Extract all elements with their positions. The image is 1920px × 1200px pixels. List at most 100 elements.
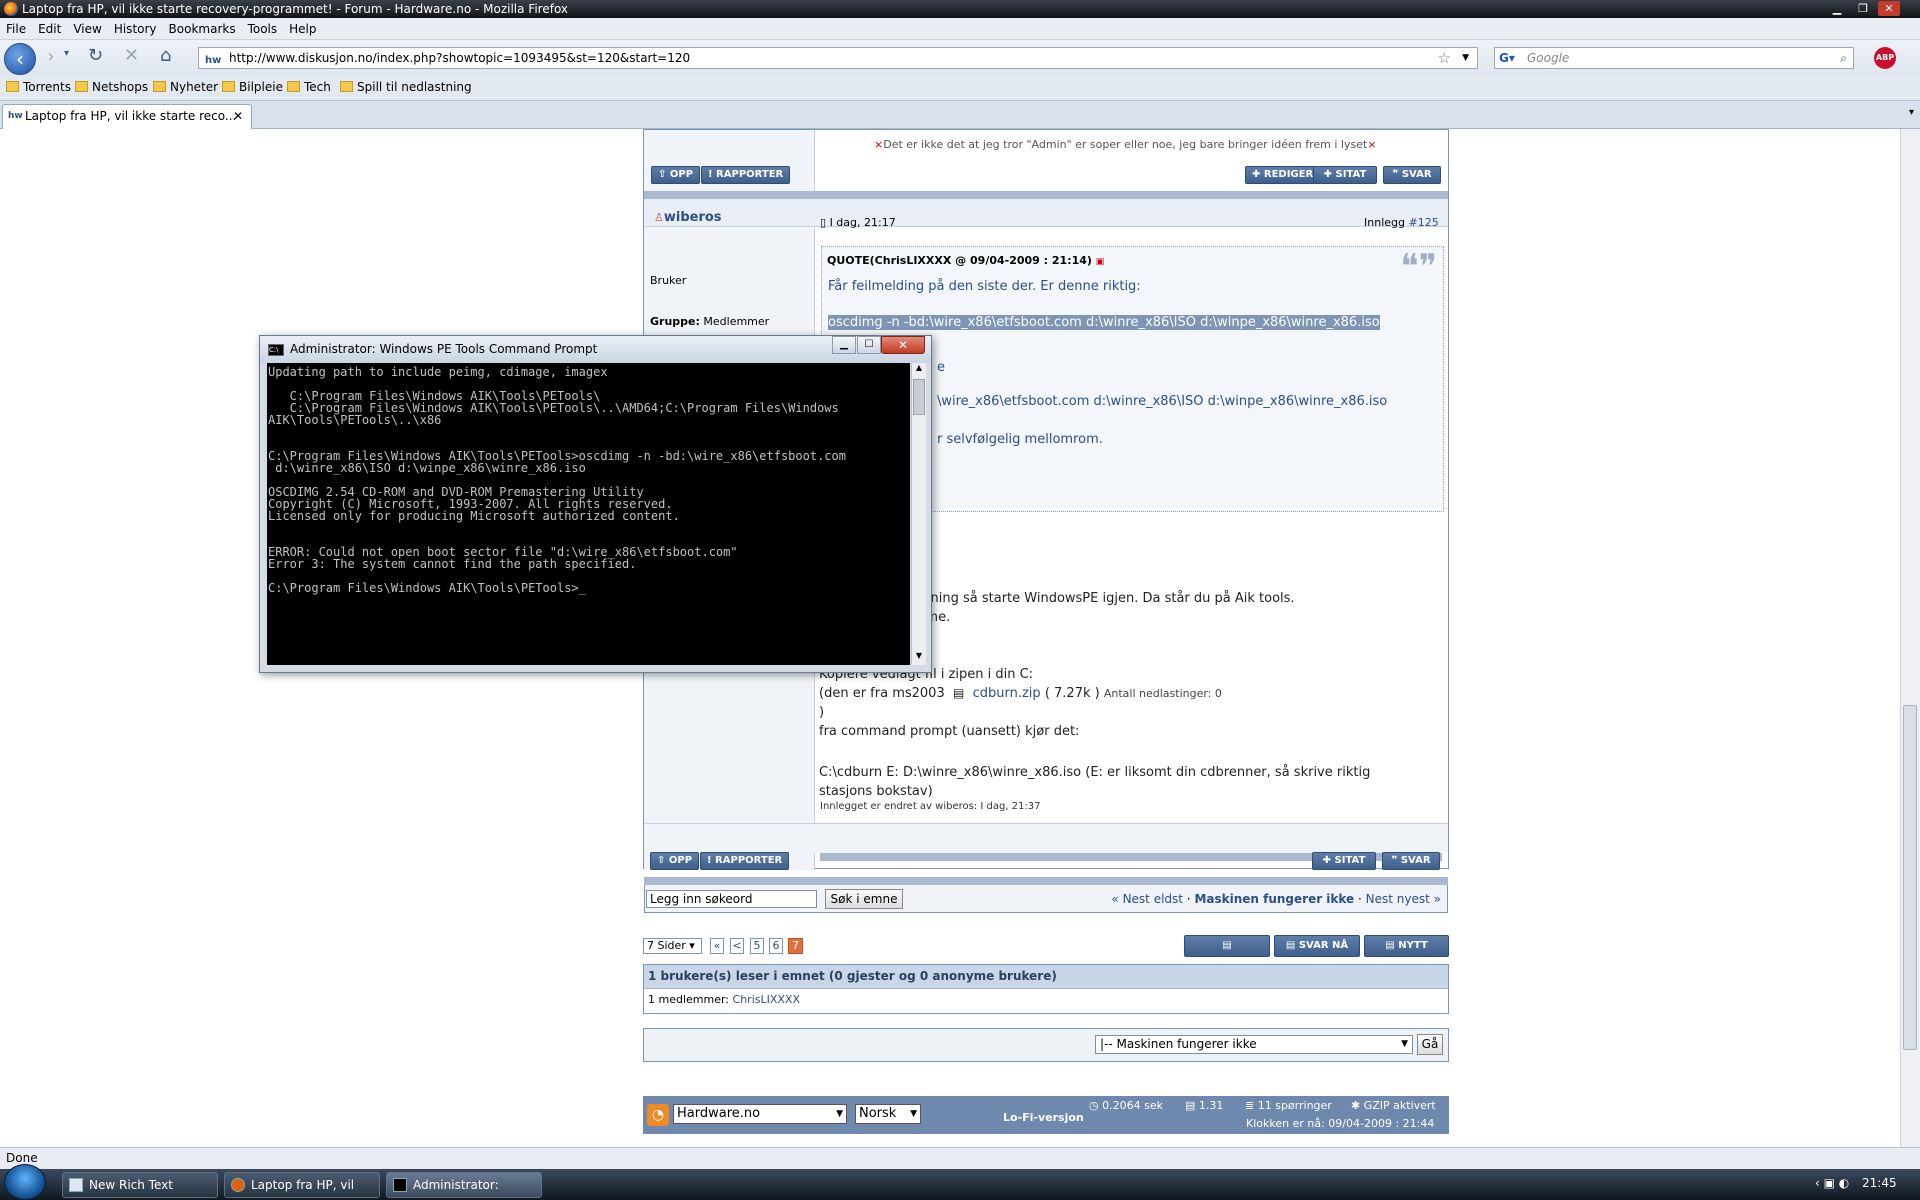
minimize-button[interactable]: ▁ — [1826, 1, 1848, 16]
search-topic-button[interactable]: Søk i emne — [825, 889, 903, 909]
back-button[interactable]: ‹ — [4, 43, 36, 75]
bookmark-bilpleie[interactable]: Bilpleie — [222, 80, 283, 94]
google-icon[interactable]: G▾ — [1499, 48, 1515, 68]
url-text: http://www.diskusjon.no/index.php?showto… — [229, 51, 691, 65]
bookmark-spill[interactable]: Spill til nedlastning — [340, 80, 472, 94]
edited-note: Innlegget er endret av wiberos: I dag, 2… — [820, 801, 1041, 812]
sitat-button[interactable]: ✚ SITAT — [1312, 852, 1376, 870]
svar-button[interactable]: ❞ SVAR — [1382, 852, 1440, 870]
search-row: Legg inn søkeord Søk i emne « Nest eldst… — [644, 885, 1448, 913]
menu-file[interactable]: File — [0, 18, 32, 36]
page-5[interactable]: 5 — [750, 938, 764, 954]
pages-dropdown[interactable]: 7 Sider ▾ — [643, 938, 702, 954]
bookmark-torrents[interactable]: Torrents — [6, 80, 71, 94]
cmd-maximize-button[interactable]: ☐ — [857, 336, 881, 354]
post-author[interactable]: ♙wiberos — [654, 210, 722, 225]
menu-bookmarks[interactable]: Bookmarks — [163, 18, 242, 36]
hurtigsvar-button[interactable]: ▤ HURTIGSVAR — [1184, 935, 1270, 971]
opp-button[interactable]: ⇧ OPP — [650, 852, 700, 870]
search-icon[interactable]: ⌕ — [1840, 48, 1847, 68]
opp-button[interactable]: ⇧ OPP — [651, 166, 701, 184]
adblock-icon[interactable]: ABP — [1874, 47, 1896, 69]
restore-button[interactable]: ❐ — [1852, 1, 1874, 16]
taskbar-clock[interactable]: 21:45 — [1862, 1176, 1897, 1190]
cmd-scrollbar[interactable]: ▲ ▼ — [911, 363, 926, 665]
cmd-output[interactable]: Updating path to include peimg, cdimage,… — [267, 363, 910, 665]
readers-box: 1 brukere(s) leser i emnet (0 gjester og… — [643, 964, 1449, 1014]
page-prev[interactable]: < — [730, 938, 744, 954]
tab-close-icon[interactable]: ✕ — [233, 105, 243, 127]
menu-help[interactable]: Help — [283, 18, 322, 36]
search-topic-input[interactable]: Legg inn søkeord — [646, 890, 817, 908]
cmd-line: Error 3: The system cannot find the path… — [268, 557, 637, 571]
tab-active[interactable]: hw Laptop fra HP, vil ikke starte reco..… — [2, 104, 252, 129]
prev-topic-link[interactable]: « Nest eldst — [1111, 892, 1183, 906]
taskbar-item-wordpad[interactable]: New Rich Text Docu... — [62, 1172, 218, 1198]
rediger-button[interactable]: ✚ REDIGER — [1245, 166, 1321, 184]
sitat-button[interactable]: ✚ SITAT — [1313, 166, 1377, 184]
close-button[interactable]: ✕ — [1878, 1, 1900, 16]
forward-button[interactable]: › — [38, 46, 64, 72]
svar-na-button[interactable]: ▤ SVAR NÅ — [1274, 935, 1360, 957]
next-topic-link[interactable]: Nest nyest » — [1366, 892, 1441, 906]
cmd-scrollbar-thumb[interactable] — [913, 379, 925, 415]
quote-jump-icon[interactable]: ▣ — [1096, 257, 1105, 267]
forum-link[interactable]: Maskinen fungerer ikke — [1194, 892, 1354, 906]
rss-icon[interactable]: ◔ — [647, 1104, 669, 1126]
firefox-icon — [231, 1178, 245, 1192]
menu-history[interactable]: History — [108, 18, 163, 36]
cmd-titlebar[interactable]: C:\ Administrator: Windows PE Tools Comm… — [260, 336, 931, 363]
quote-fragment: r selvfølgelig mellomrom. — [937, 432, 1103, 447]
url-bar[interactable]: hw http://www.diskusjon.no/index.php?sho… — [198, 47, 1478, 69]
taskbar-item-firefox[interactable]: Laptop fra HP, vil ik... — [224, 1172, 380, 1198]
nytt-emne-button[interactable]: ▤ NYTT EMNE — [1364, 935, 1449, 971]
taskbar-item-cmd[interactable]: Administrator: Wind... — [386, 1172, 542, 1198]
bookmark-netshops[interactable]: Netshops — [75, 80, 148, 94]
search-placeholder: Google — [1527, 51, 1570, 65]
cmd-icon — [393, 1178, 407, 1192]
page-scrollbar-thumb[interactable] — [1903, 705, 1917, 1050]
search-bar[interactable]: G▾ Google ⌕ — [1494, 47, 1854, 69]
folder-icon — [287, 81, 300, 92]
page-6[interactable]: 6 — [769, 938, 783, 954]
home-icon[interactable]: ⌂ — [160, 45, 171, 66]
menu-edit[interactable]: Edit — [32, 18, 67, 36]
bookmark-star-icon[interactable]: ☆ — [1438, 48, 1451, 68]
reader-link[interactable]: ChrisLIXXXX — [733, 993, 800, 1006]
bookmark-tech[interactable]: Tech — [287, 80, 331, 94]
language-select[interactable]: Norsk ▼ — [855, 1104, 921, 1124]
tab-list-icon[interactable]: ▾ — [1909, 107, 1914, 118]
page-first[interactable]: « — [710, 938, 724, 954]
menu-view[interactable]: View — [67, 18, 107, 36]
scroll-down-icon[interactable]: ▼ — [913, 651, 925, 665]
bookmarks-toolbar: Torrents Netshops Nyheter Bilpleie Tech … — [0, 75, 1920, 101]
readers-header: 1 brukere(s) leser i emnet (0 gjester og… — [644, 965, 1448, 989]
start-button[interactable] — [4, 1164, 46, 1200]
url-dropdown-icon[interactable]: ▼ — [1462, 48, 1469, 68]
forum-jump-select[interactable]: |-- Maskinen fungerer ikke ▼ — [1095, 1035, 1413, 1054]
post-body-line: C:\cdburn E: D:\winre_x86\winre_x86.iso … — [819, 765, 1371, 799]
stop-icon[interactable]: ✕ — [124, 45, 139, 66]
status-text: Done — [6, 1151, 38, 1165]
navigation-toolbar: ‹ › ▾ ↻ ✕ ⌂ hw http://www.diskusjon.no/i… — [0, 40, 1920, 75]
rapporter-button[interactable]: ! RAPPORTER — [700, 852, 790, 870]
lofi-link[interactable]: Lo-Fi-versjon — [1003, 1111, 1084, 1124]
forum-jump-go-button[interactable]: Gå — [1417, 1034, 1443, 1055]
status-bar: Done — [0, 1147, 1920, 1169]
bookmark-nyheter[interactable]: Nyheter — [153, 80, 218, 94]
history-dropdown-icon[interactable]: ▾ — [64, 48, 69, 59]
scroll-up-icon[interactable]: ▲ — [913, 363, 925, 377]
timer-icon: ◷ — [1089, 1099, 1099, 1112]
rapporter-button[interactable]: ! RAPPORTER — [701, 166, 791, 184]
cmd-window[interactable]: C:\ Administrator: Windows PE Tools Comm… — [259, 335, 932, 673]
cmd-close-button[interactable]: ✕ — [881, 336, 925, 354]
tray-icons[interactable]: ‹ ▣ ◐ — [1815, 1176, 1849, 1190]
menu-tools[interactable]: Tools — [242, 18, 284, 36]
attachment-link[interactable]: cdburn.zip — [973, 686, 1041, 701]
topic-navigation: « Nest eldst · Maskinen fungerer ikke · … — [1111, 892, 1441, 906]
skin-select[interactable]: Hardware.no ▼ — [673, 1104, 847, 1124]
reload-icon[interactable]: ↻ — [88, 45, 103, 66]
quote-line2: oscdimg -n -bd:\wire_x86\etfsboot.com d:… — [828, 315, 1380, 330]
cmd-minimize-button[interactable]: ▁ — [832, 336, 856, 354]
svar-button[interactable]: ❞ SVAR — [1383, 166, 1441, 184]
